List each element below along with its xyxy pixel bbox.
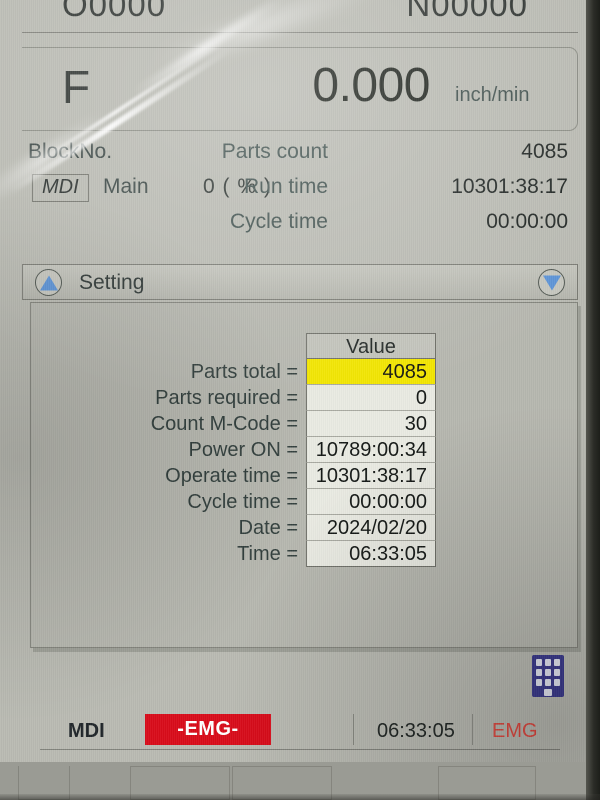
run-time-value: 10301:38:17 [451, 175, 568, 198]
keypad-grid [532, 659, 564, 686]
block-no-label: BlockNo. [28, 140, 113, 163]
feedrate-value: 0.000 [312, 59, 430, 112]
keypad-key [554, 679, 560, 686]
table-row[interactable]: Operate time = 10301:38:17 [31, 463, 577, 489]
setting-label: Date = [238, 516, 298, 539]
cnc-screen-photo: O0000 N00000 F 0.000 inch/min BlockNo. M… [0, 0, 600, 800]
keypad-key-wide [544, 689, 552, 696]
status-divider-1 [353, 714, 354, 745]
cycle-time-label: Cycle time [229, 210, 328, 233]
setting-panel: Setting Value Parts total = 4085 Parts requ… [22, 264, 578, 648]
setting-panel-title: Setting [79, 271, 145, 294]
setting-value[interactable]: 0 [306, 385, 436, 411]
table-header-row: Value [31, 333, 577, 359]
status-clock: 06:33:05 [377, 720, 455, 742]
keypad-key [545, 659, 551, 666]
status-mode: MDI [68, 720, 105, 742]
keypad-key [536, 669, 542, 676]
setting-panel-header: Setting [22, 264, 578, 300]
monitor-bezel-bottom [0, 794, 600, 800]
triangle-down-icon [542, 275, 561, 290]
header-divider [22, 32, 578, 33]
setting-value[interactable]: 00:00:00 [306, 489, 436, 515]
setting-label: Cycle time = [187, 490, 298, 513]
value-column-header: Value [306, 333, 436, 359]
keypad-icon[interactable] [532, 655, 564, 697]
keypad-key [536, 679, 542, 686]
status-divider-2 [472, 714, 473, 745]
setting-panel-body: Value Parts total = 4085 Parts required = 0 C… [30, 302, 578, 648]
status-info-block: BlockNo. MDI Main 0 ( % ) Parts count 40… [0, 136, 586, 246]
setting-value[interactable]: 10789:00:34 [306, 437, 436, 463]
cnc-display: O0000 N00000 F 0.000 inch/min BlockNo. M… [0, 0, 586, 800]
sequence-number: N00000 [406, 0, 528, 23]
monitor-bezel-right [586, 0, 600, 800]
parts-count-label: Parts count [221, 140, 328, 163]
setting-label: Parts total = [190, 360, 298, 383]
table-row[interactable]: Power ON = 10789:00:34 [31, 437, 577, 463]
setting-label: Parts required = [155, 386, 298, 409]
table-row[interactable]: Count M-Code = 30 [31, 411, 577, 437]
feedrate-label: F [62, 61, 91, 113]
setting-value[interactable]: 10301:38:17 [306, 463, 436, 489]
setting-value[interactable]: 06:33:05 [306, 541, 436, 567]
cycle-time-value: 00:00:00 [486, 210, 568, 233]
status-bar: MDI -EMG- 06:33:05 EMG [40, 712, 560, 750]
setting-value[interactable]: 30 [306, 411, 436, 437]
alarm-status-text: EMG [492, 720, 538, 742]
keypad-key [554, 669, 560, 676]
setting-label: Power ON = [188, 438, 298, 461]
emergency-badge[interactable]: -EMG- [145, 714, 271, 745]
table-row[interactable]: Date = 2024/02/20 [31, 515, 577, 541]
program-scope-label: Main [103, 175, 149, 198]
keypad-key [554, 659, 560, 666]
keypad-key [536, 659, 542, 666]
setting-label: Operate time = [165, 464, 298, 487]
setting-label: Count M-Code = [150, 412, 298, 435]
table-row[interactable]: Parts total = 4085 [31, 359, 577, 385]
program-header: O0000 N00000 [0, 0, 586, 23]
setting-value[interactable]: 4085 [306, 359, 436, 385]
mode-badge[interactable]: MDI [32, 174, 89, 202]
triangle-up-icon [39, 275, 58, 290]
table-row[interactable]: Time = 06:33:05 [31, 541, 577, 567]
keypad-key [545, 679, 551, 686]
setting-value[interactable]: 2024/02/20 [306, 515, 436, 541]
table-row[interactable]: Cycle time = 00:00:00 [31, 489, 577, 515]
scroll-up-button[interactable] [35, 269, 62, 296]
parts-count-value: 4085 [521, 140, 568, 163]
setting-label: Time = [237, 542, 298, 565]
feedrate-unit: inch/min [455, 84, 530, 106]
keypad-key [545, 669, 551, 676]
program-number: O0000 [62, 0, 167, 23]
table-row[interactable]: Parts required = 0 [31, 385, 577, 411]
scroll-down-button[interactable] [538, 269, 565, 296]
run-time-label: Run time [243, 175, 328, 198]
settings-table: Value Parts total = 4085 Parts required = 0 C… [31, 333, 577, 567]
